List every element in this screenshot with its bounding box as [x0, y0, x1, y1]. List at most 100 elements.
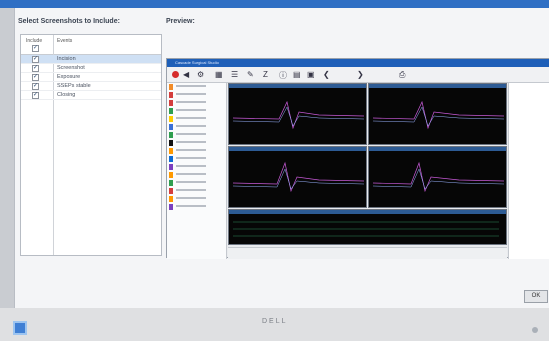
- waveform-panel: [228, 83, 367, 145]
- prev-icon: ❮: [323, 70, 330, 79]
- channel-color-swatch: [169, 132, 173, 138]
- select-screenshots-title: Select Screenshots to Include:: [18, 18, 120, 25]
- channel-label-placeholder: [176, 117, 206, 119]
- event-label: Closing: [57, 92, 76, 98]
- include-checkbox[interactable]: ✓: [32, 92, 39, 99]
- channel-label-placeholder: [176, 173, 206, 175]
- channel-color-swatch: [169, 180, 173, 186]
- channel-item[interactable]: [167, 163, 226, 171]
- include-checkbox[interactable]: ✓: [32, 56, 39, 63]
- table-row[interactable]: ✓ SSEPs stable: [21, 82, 161, 91]
- include-checkbox[interactable]: ✓: [32, 83, 39, 90]
- channel-item[interactable]: [167, 139, 226, 147]
- channel-color-swatch: [169, 124, 173, 130]
- channel-color-swatch: [169, 164, 173, 170]
- event-label: Exposure: [57, 74, 81, 80]
- include-checkbox[interactable]: ✓: [32, 65, 39, 72]
- channel-label-placeholder: [176, 101, 206, 103]
- channel-item[interactable]: [167, 171, 226, 179]
- speaker-icon: ◀: [183, 70, 190, 79]
- channel-label-placeholder: [176, 93, 206, 95]
- monitor-brand-logo: DELL: [262, 318, 288, 325]
- channel-color-swatch: [169, 84, 173, 90]
- event-label: SSEPs stable: [57, 83, 91, 89]
- channel-label-placeholder: [176, 189, 206, 191]
- include-checkbox[interactable]: ✓: [32, 74, 39, 81]
- table-row[interactable]: ✓ Closing: [21, 91, 161, 100]
- preview-toolbar: ◀ ⚙ ▦ ☰ ✎ Z ⓘ ▤ ▣ ❮ ❯ ⎙: [167, 67, 549, 83]
- channel-label-placeholder: [176, 181, 206, 183]
- channel-color-swatch: [169, 100, 173, 106]
- zoom-icon: Z: [263, 70, 268, 79]
- channel-item[interactable]: [167, 107, 226, 115]
- events-table: Include Events ✓ ✓ Incision ✓ Screenshot…: [20, 34, 162, 256]
- grid-icon: ▦: [215, 70, 223, 79]
- waveform-trace: [232, 161, 365, 193]
- waveform-panel: [228, 146, 367, 208]
- waveform-grid: [228, 83, 507, 259]
- windows-icon: [13, 321, 27, 335]
- emg-trace: [233, 221, 499, 237]
- power-indicator-icon: [532, 327, 538, 333]
- event-label: Screenshot: [57, 65, 85, 71]
- list-icon: ☰: [231, 70, 239, 79]
- channel-color-swatch: [169, 188, 173, 194]
- events-column-header: Events: [57, 38, 73, 44]
- waveform-trace: [372, 100, 505, 130]
- info-icon: ⓘ: [279, 71, 287, 80]
- preview-status-bar: [228, 247, 507, 259]
- channel-list: [167, 83, 227, 259]
- waveform-trace: [232, 100, 365, 130]
- record-icon: [172, 71, 179, 78]
- channel-label-placeholder: [176, 85, 206, 87]
- channel-item[interactable]: [167, 179, 226, 187]
- channel-label-placeholder: [176, 205, 206, 207]
- table-row[interactable]: ✓ Exposure: [21, 73, 161, 82]
- channel-color-swatch: [169, 116, 173, 122]
- channel-label-placeholder: [176, 125, 206, 127]
- select-all-checkbox[interactable]: ✓: [32, 45, 39, 52]
- channel-label-placeholder: [176, 157, 206, 159]
- channel-item[interactable]: [167, 83, 226, 91]
- channel-item[interactable]: [167, 91, 226, 99]
- channel-color-swatch: [169, 172, 173, 178]
- channel-label-placeholder: [176, 109, 206, 111]
- channel-item[interactable]: [167, 147, 226, 155]
- channel-label-placeholder: [176, 165, 206, 167]
- channel-item[interactable]: [167, 187, 226, 195]
- channel-color-swatch: [169, 156, 173, 162]
- calendar-icon: ▤: [293, 70, 301, 79]
- channel-color-swatch: [169, 140, 173, 146]
- table-row[interactable]: ✓ Screenshot: [21, 64, 161, 73]
- pen-icon: ✎: [247, 70, 254, 79]
- table-row[interactable]: ✓ Incision: [21, 55, 161, 64]
- preview-title: Preview:: [166, 18, 195, 25]
- next-icon: ❯: [357, 70, 364, 79]
- preview-side-panel: [508, 83, 549, 259]
- window-title-bar: [0, 0, 549, 8]
- print-icon: ⎙: [399, 70, 406, 79]
- channel-item[interactable]: [167, 115, 226, 123]
- event-label: Incision: [57, 56, 76, 62]
- channel-label-placeholder: [176, 133, 206, 135]
- preview-window-title-bar: Cascade Surgical Studio: [167, 59, 549, 67]
- channel-item[interactable]: [167, 123, 226, 131]
- waveform-panel: [368, 146, 507, 208]
- camera-icon: ▣: [307, 70, 315, 79]
- settings-icon: ⚙: [197, 70, 205, 79]
- channel-color-swatch: [169, 148, 173, 154]
- include-column-header: Include: [26, 38, 43, 44]
- events-table-header: Include Events ✓: [21, 35, 161, 255]
- channel-label-placeholder: [176, 141, 206, 143]
- channel-item[interactable]: [167, 99, 226, 107]
- channel-item[interactable]: [167, 155, 226, 163]
- channel-color-swatch: [169, 108, 173, 114]
- channel-color-swatch: [169, 92, 173, 98]
- channel-item[interactable]: [167, 195, 226, 203]
- emg-strip-panel: [228, 209, 507, 245]
- channel-item[interactable]: [167, 203, 226, 211]
- channel-item[interactable]: [167, 131, 226, 139]
- screenshot-preview: Cascade Surgical Studio ◀ ⚙ ▦ ☰ ✎ Z ⓘ ▤ …: [166, 58, 549, 259]
- channel-color-swatch: [169, 204, 173, 210]
- ok-button[interactable]: OK: [524, 290, 548, 303]
